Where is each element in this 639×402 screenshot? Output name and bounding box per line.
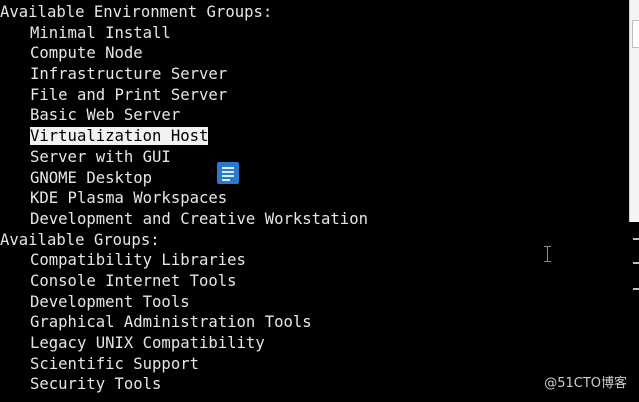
- env-group-item-selected[interactable]: Virtualization Host: [0, 126, 628, 147]
- selected-text[interactable]: Virtualization Host: [30, 127, 209, 146]
- group-item: Development Tools: [30, 292, 190, 311]
- group-item: Legacy UNIX Compatibility: [30, 334, 265, 352]
- env-group-item: Compute Node: [30, 44, 143, 63]
- edge-glyph: [633, 238, 639, 240]
- side-tab[interactable]: [632, 20, 639, 48]
- group-item: Compatibility Libraries: [30, 251, 246, 270]
- group-item: Scientific Support: [30, 354, 199, 373]
- document-icon[interactable]: [217, 162, 239, 184]
- env-group-item: GNOME Desktop: [30, 168, 153, 187]
- env-group-item: Infrastructure Server: [30, 65, 228, 84]
- watermark: @51CTO博客: [544, 376, 627, 391]
- text-cursor-icon: [543, 246, 552, 262]
- terminal-output[interactable]: Available Environment Groups: Minimal In…: [0, 0, 628, 402]
- env-group-item: Basic Web Server: [30, 106, 181, 125]
- groups-header: Available Groups:: [0, 230, 160, 249]
- group-item: Console Internet Tools: [30, 271, 237, 290]
- edge-glyph: [633, 262, 639, 264]
- env-group-item: File and Print Server: [30, 85, 228, 104]
- env-group-item: Development and Creative Workstation: [30, 209, 368, 228]
- env-group-item: KDE Plasma Workspaces: [30, 189, 228, 208]
- group-item: Graphical Administration Tools: [30, 313, 312, 332]
- env-group-item: Minimal Install: [30, 23, 171, 42]
- env-groups-header: Available Environment Groups:: [0, 3, 273, 21]
- env-group-item: Server with GUI: [30, 147, 171, 166]
- edge-glyph: [633, 288, 639, 290]
- group-item: Security Tools: [30, 375, 162, 394]
